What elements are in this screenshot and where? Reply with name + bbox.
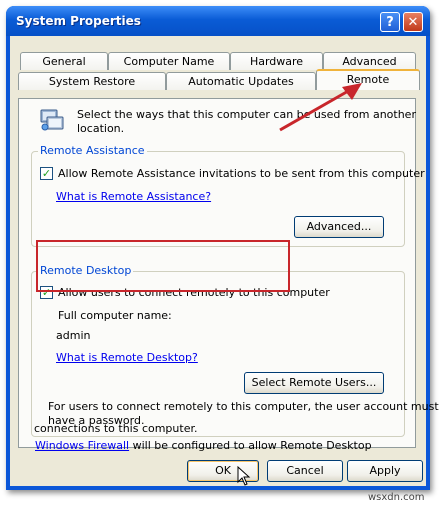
what-is-remote-desktop-link[interactable]: What is Remote Desktop?: [56, 351, 198, 364]
firewall-text: will be configured to allow Remote Deskt…: [129, 439, 372, 452]
tab-system-restore[interactable]: System Restore: [18, 72, 166, 90]
remote-assistance-group: Remote Assistance ✓ Allow Remote Assista…: [31, 144, 425, 247]
tab-label: System Restore: [48, 75, 136, 88]
annotation-arrow-icon: [279, 83, 362, 132]
remote-assistance-checkbox[interactable]: ✓: [40, 167, 53, 180]
checkmark-icon: ✓: [41, 167, 52, 180]
close-icon: ✕: [407, 15, 419, 30]
tab-label: Advanced: [342, 55, 397, 68]
watermark-text: wsxdn.com: [368, 492, 425, 503]
select-remote-users-button[interactable]: Select Remote Users...: [244, 372, 384, 394]
remote-assistance-legend: Remote Assistance: [38, 144, 147, 157]
firewall-info-line2: connections to this computer.: [34, 422, 198, 435]
computer-name-value: admin: [56, 329, 91, 342]
window-title: System Properties: [16, 14, 141, 28]
cancel-button[interactable]: Cancel: [267, 460, 343, 482]
tab-hardware[interactable]: Hardware: [230, 52, 323, 70]
title-bar[interactable]: System Properties ? ✕: [6, 6, 430, 36]
what-is-remote-assistance-link[interactable]: What is Remote Assistance?: [56, 190, 211, 203]
close-button[interactable]: ✕: [403, 12, 423, 32]
tab-computer-name[interactable]: Computer Name: [108, 52, 230, 70]
advanced-button[interactable]: Advanced...: [294, 216, 384, 238]
tab-label: Hardware: [249, 55, 304, 68]
full-computer-name-label: Full computer name:: [58, 309, 172, 322]
question-mark-icon: ?: [386, 15, 394, 30]
tab-advanced[interactable]: Advanced: [323, 52, 416, 70]
intro-text-line2: location.: [77, 122, 125, 135]
mouse-pointer-icon: [237, 466, 251, 486]
tab-label: Computer Name: [123, 55, 215, 68]
annotation-highlight-box: [36, 240, 290, 292]
remote-computer-icon: [40, 109, 64, 131]
tab-general[interactable]: General: [20, 52, 108, 70]
windows-firewall-link[interactable]: Windows Firewall: [35, 439, 129, 452]
remote-assistance-checkbox-label[interactable]: Allow Remote Assistance invitations to b…: [58, 167, 425, 180]
password-info-line1: For users to connect remotely to this co…: [48, 400, 439, 413]
firewall-info-line1: Windows Firewall will be configured to a…: [35, 439, 372, 452]
apply-button[interactable]: Apply: [347, 460, 423, 482]
remote-desktop-group: Remote Desktop ✓ Allow users to connect …: [31, 264, 439, 437]
help-button[interactable]: ?: [380, 12, 400, 32]
tab-label: General: [42, 55, 86, 68]
